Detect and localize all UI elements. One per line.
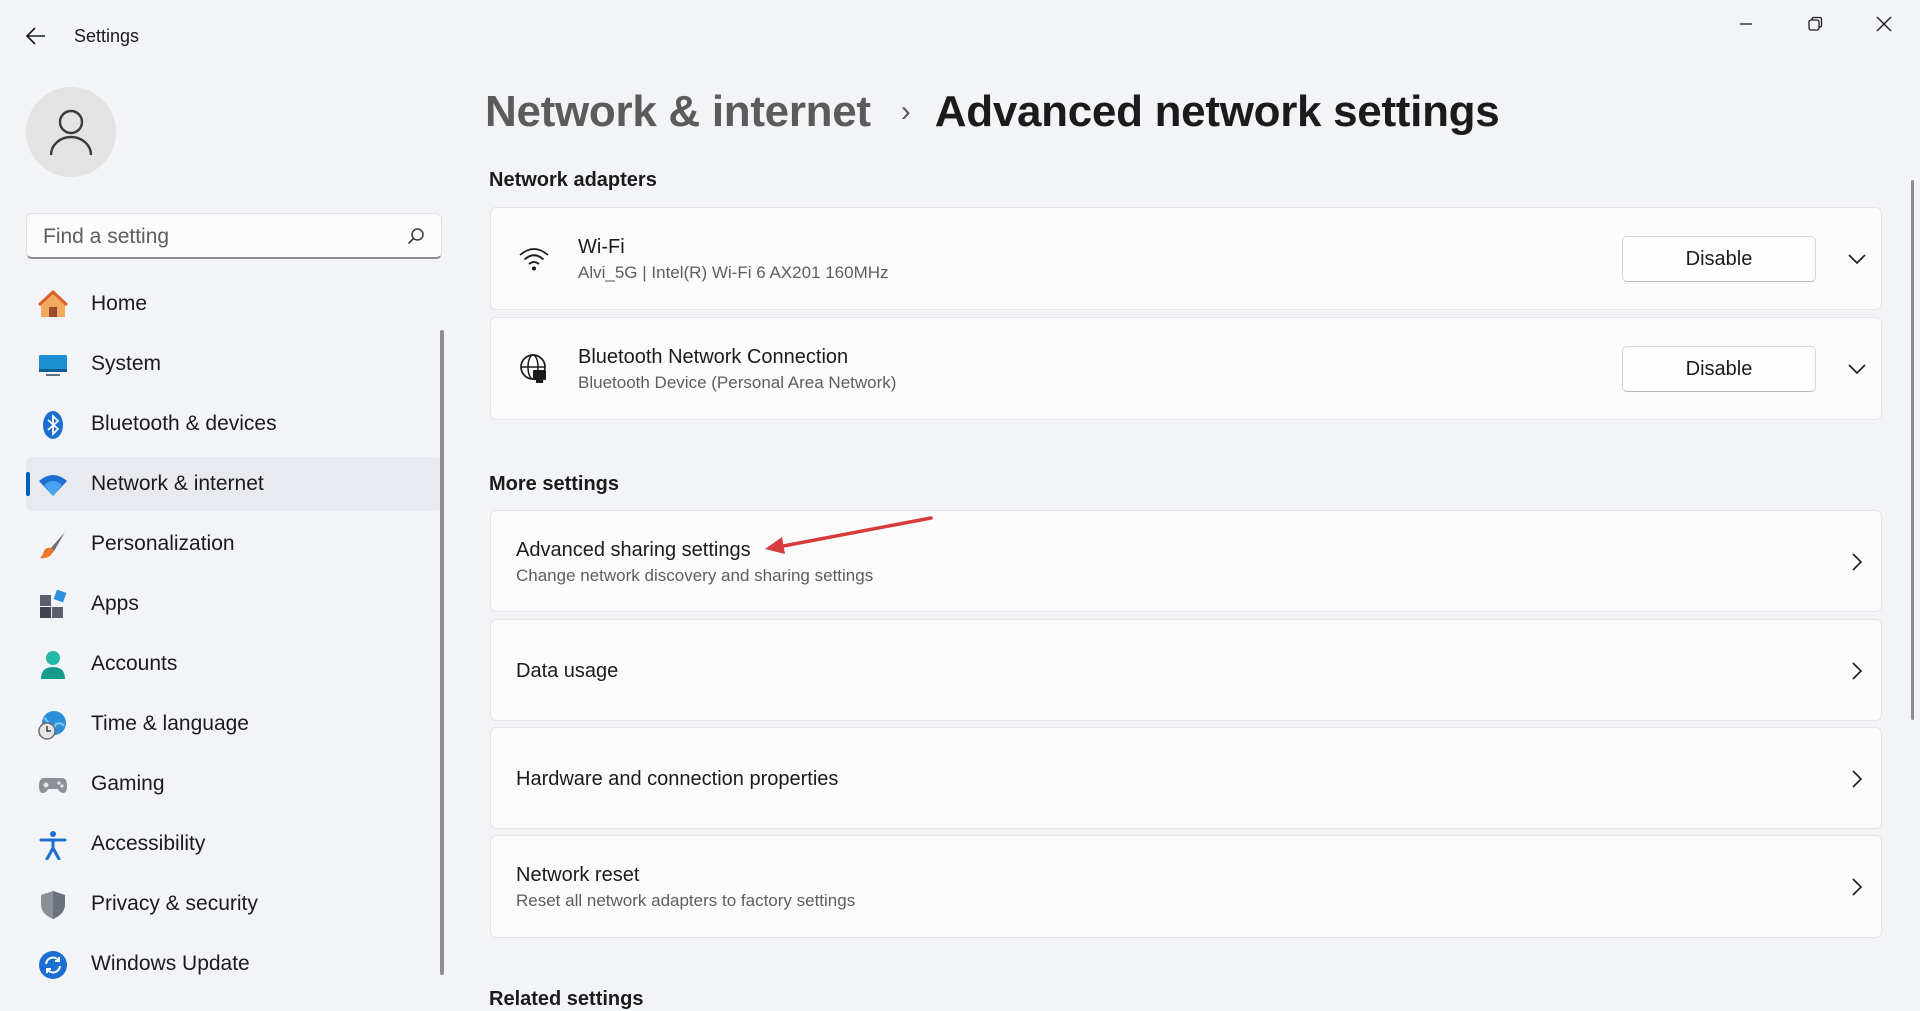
sidebar-item-bluetooth-devices[interactable]: Bluetooth & devices	[26, 397, 442, 451]
back-arrow-icon	[26, 27, 45, 45]
sidebar-item-label: Personalization	[91, 532, 235, 555]
chevron-down-icon[interactable]	[1842, 354, 1872, 384]
sidebar-item-network-internet[interactable]: Network & internet	[26, 457, 442, 511]
system-icon	[38, 350, 68, 380]
wifi-icon	[517, 242, 551, 276]
section-title-more-settings: More settings	[489, 473, 620, 495]
adapter-detail: Alvi_5G | Intel(R) Wi-Fi 6 AX201 160MHz	[578, 263, 889, 282]
restore-button[interactable]	[1787, 8, 1843, 40]
search-box[interactable]	[26, 213, 442, 260]
apps-icon	[38, 590, 68, 620]
minimize-icon	[1740, 23, 1752, 25]
sidebar-item-label: Windows Update	[91, 952, 250, 975]
hardware-connection-properties-item[interactable]: Hardware and connection properties	[490, 727, 1882, 829]
chevron-right-icon	[1842, 547, 1872, 577]
settings-item-description: Change network discovery and sharing set…	[516, 566, 874, 585]
sidebar-scrollbar[interactable]	[440, 330, 444, 975]
adapter-detail: Bluetooth Device (Personal Area Network)	[578, 373, 897, 392]
sidebar-item-gaming[interactable]: Gaming	[26, 757, 442, 811]
sidebar-item-label: Privacy & security	[91, 892, 258, 915]
sidebar-item-label: Accounts	[91, 652, 178, 675]
settings-item-title: Hardware and connection properties	[516, 768, 839, 790]
sidebar-item-label: Accessibility	[91, 832, 206, 855]
globe-clock-icon	[38, 710, 68, 740]
selection-indicator	[26, 472, 30, 496]
minimize-button[interactable]	[1718, 8, 1774, 40]
sidebar-item-label: Home	[91, 292, 148, 315]
advanced-sharing-settings-item[interactable]: Advanced sharing settings Change network…	[490, 510, 1882, 612]
sidebar-item-system[interactable]: System	[26, 337, 442, 391]
disable-bluetooth-network-button[interactable]: Disable	[1622, 346, 1816, 392]
app-title: Settings	[74, 26, 140, 46]
settings-item-title: Advanced sharing settings	[516, 539, 751, 561]
search-icon[interactable]	[407, 227, 425, 245]
close-button[interactable]	[1856, 8, 1912, 40]
close-icon	[1876, 16, 1892, 32]
annotation-arrow-icon	[765, 516, 933, 554]
home-icon	[38, 290, 68, 320]
chevron-down-icon[interactable]	[1842, 244, 1872, 274]
sidebar-item-label: Gaming	[91, 772, 165, 795]
restore-icon	[1808, 16, 1823, 31]
sidebar-nav: Home System Bluetooth & devices Network …	[26, 277, 442, 997]
adapter-name: Wi-Fi	[578, 236, 625, 258]
breadcrumb: Network & internet › Advanced network se…	[485, 84, 1500, 140]
sidebar-item-label: Network & internet	[91, 472, 264, 495]
sidebar-item-label: Apps	[91, 592, 139, 615]
section-title-network-adapters: Network adapters	[489, 169, 657, 191]
sidebar-item-home[interactable]: Home	[26, 277, 442, 331]
breadcrumb-chevron-icon: ›	[900, 95, 911, 128]
sidebar-item-label: Time & language	[91, 712, 249, 735]
update-icon	[38, 950, 68, 980]
accessibility-icon	[38, 830, 68, 860]
sidebar-item-apps[interactable]: Apps	[26, 577, 442, 631]
adapter-name: Bluetooth Network Connection	[578, 346, 849, 368]
page-title: Advanced network settings	[934, 87, 1500, 136]
sidebar-item-label: Bluetooth & devices	[91, 412, 277, 435]
brush-icon	[38, 530, 68, 560]
sidebar-item-accessibility[interactable]: Accessibility	[26, 817, 442, 871]
bluetooth-icon	[38, 410, 68, 440]
person-icon	[49, 109, 93, 156]
network-reset-item[interactable]: Network reset Reset all network adapters…	[490, 835, 1882, 938]
breadcrumb-parent-link[interactable]: Network & internet	[485, 87, 871, 137]
sidebar-item-privacy-security[interactable]: Privacy & security	[26, 877, 442, 931]
adapter-card-wifi[interactable]: Wi-Fi Alvi_5G | Intel(R) Wi-Fi 6 AX201 1…	[490, 207, 1882, 310]
shield-icon	[38, 890, 68, 920]
sidebar-item-windows-update[interactable]: Windows Update	[26, 937, 442, 991]
data-usage-item[interactable]: Data usage	[490, 619, 1882, 721]
title-bar: Settings	[0, 0, 1920, 72]
chevron-right-icon	[1842, 764, 1872, 794]
settings-item-description: Reset all network adapters to factory se…	[516, 891, 856, 910]
main-scrollbar[interactable]	[1911, 180, 1914, 720]
ethernet-globe-icon	[517, 352, 551, 386]
user-avatar[interactable]	[26, 87, 116, 177]
sidebar-item-accounts[interactable]: Accounts	[26, 637, 442, 691]
person-icon	[38, 650, 68, 680]
search-input[interactable]	[41, 214, 405, 260]
gamepad-icon	[38, 770, 68, 800]
chevron-right-icon	[1842, 872, 1872, 902]
chevron-right-icon	[1842, 656, 1872, 686]
settings-item-title: Network reset	[516, 864, 640, 886]
wifi-icon	[38, 470, 68, 500]
back-button[interactable]	[20, 20, 52, 52]
settings-item-title: Data usage	[516, 660, 619, 682]
sidebar-item-personalization[interactable]: Personalization	[26, 517, 442, 571]
disable-wifi-button[interactable]: Disable	[1622, 236, 1816, 282]
adapter-card-bluetooth[interactable]: Bluetooth Network Connection Bluetooth D…	[490, 317, 1882, 420]
sidebar-item-time-language[interactable]: Time & language	[26, 697, 442, 751]
sidebar-item-label: System	[91, 352, 162, 375]
